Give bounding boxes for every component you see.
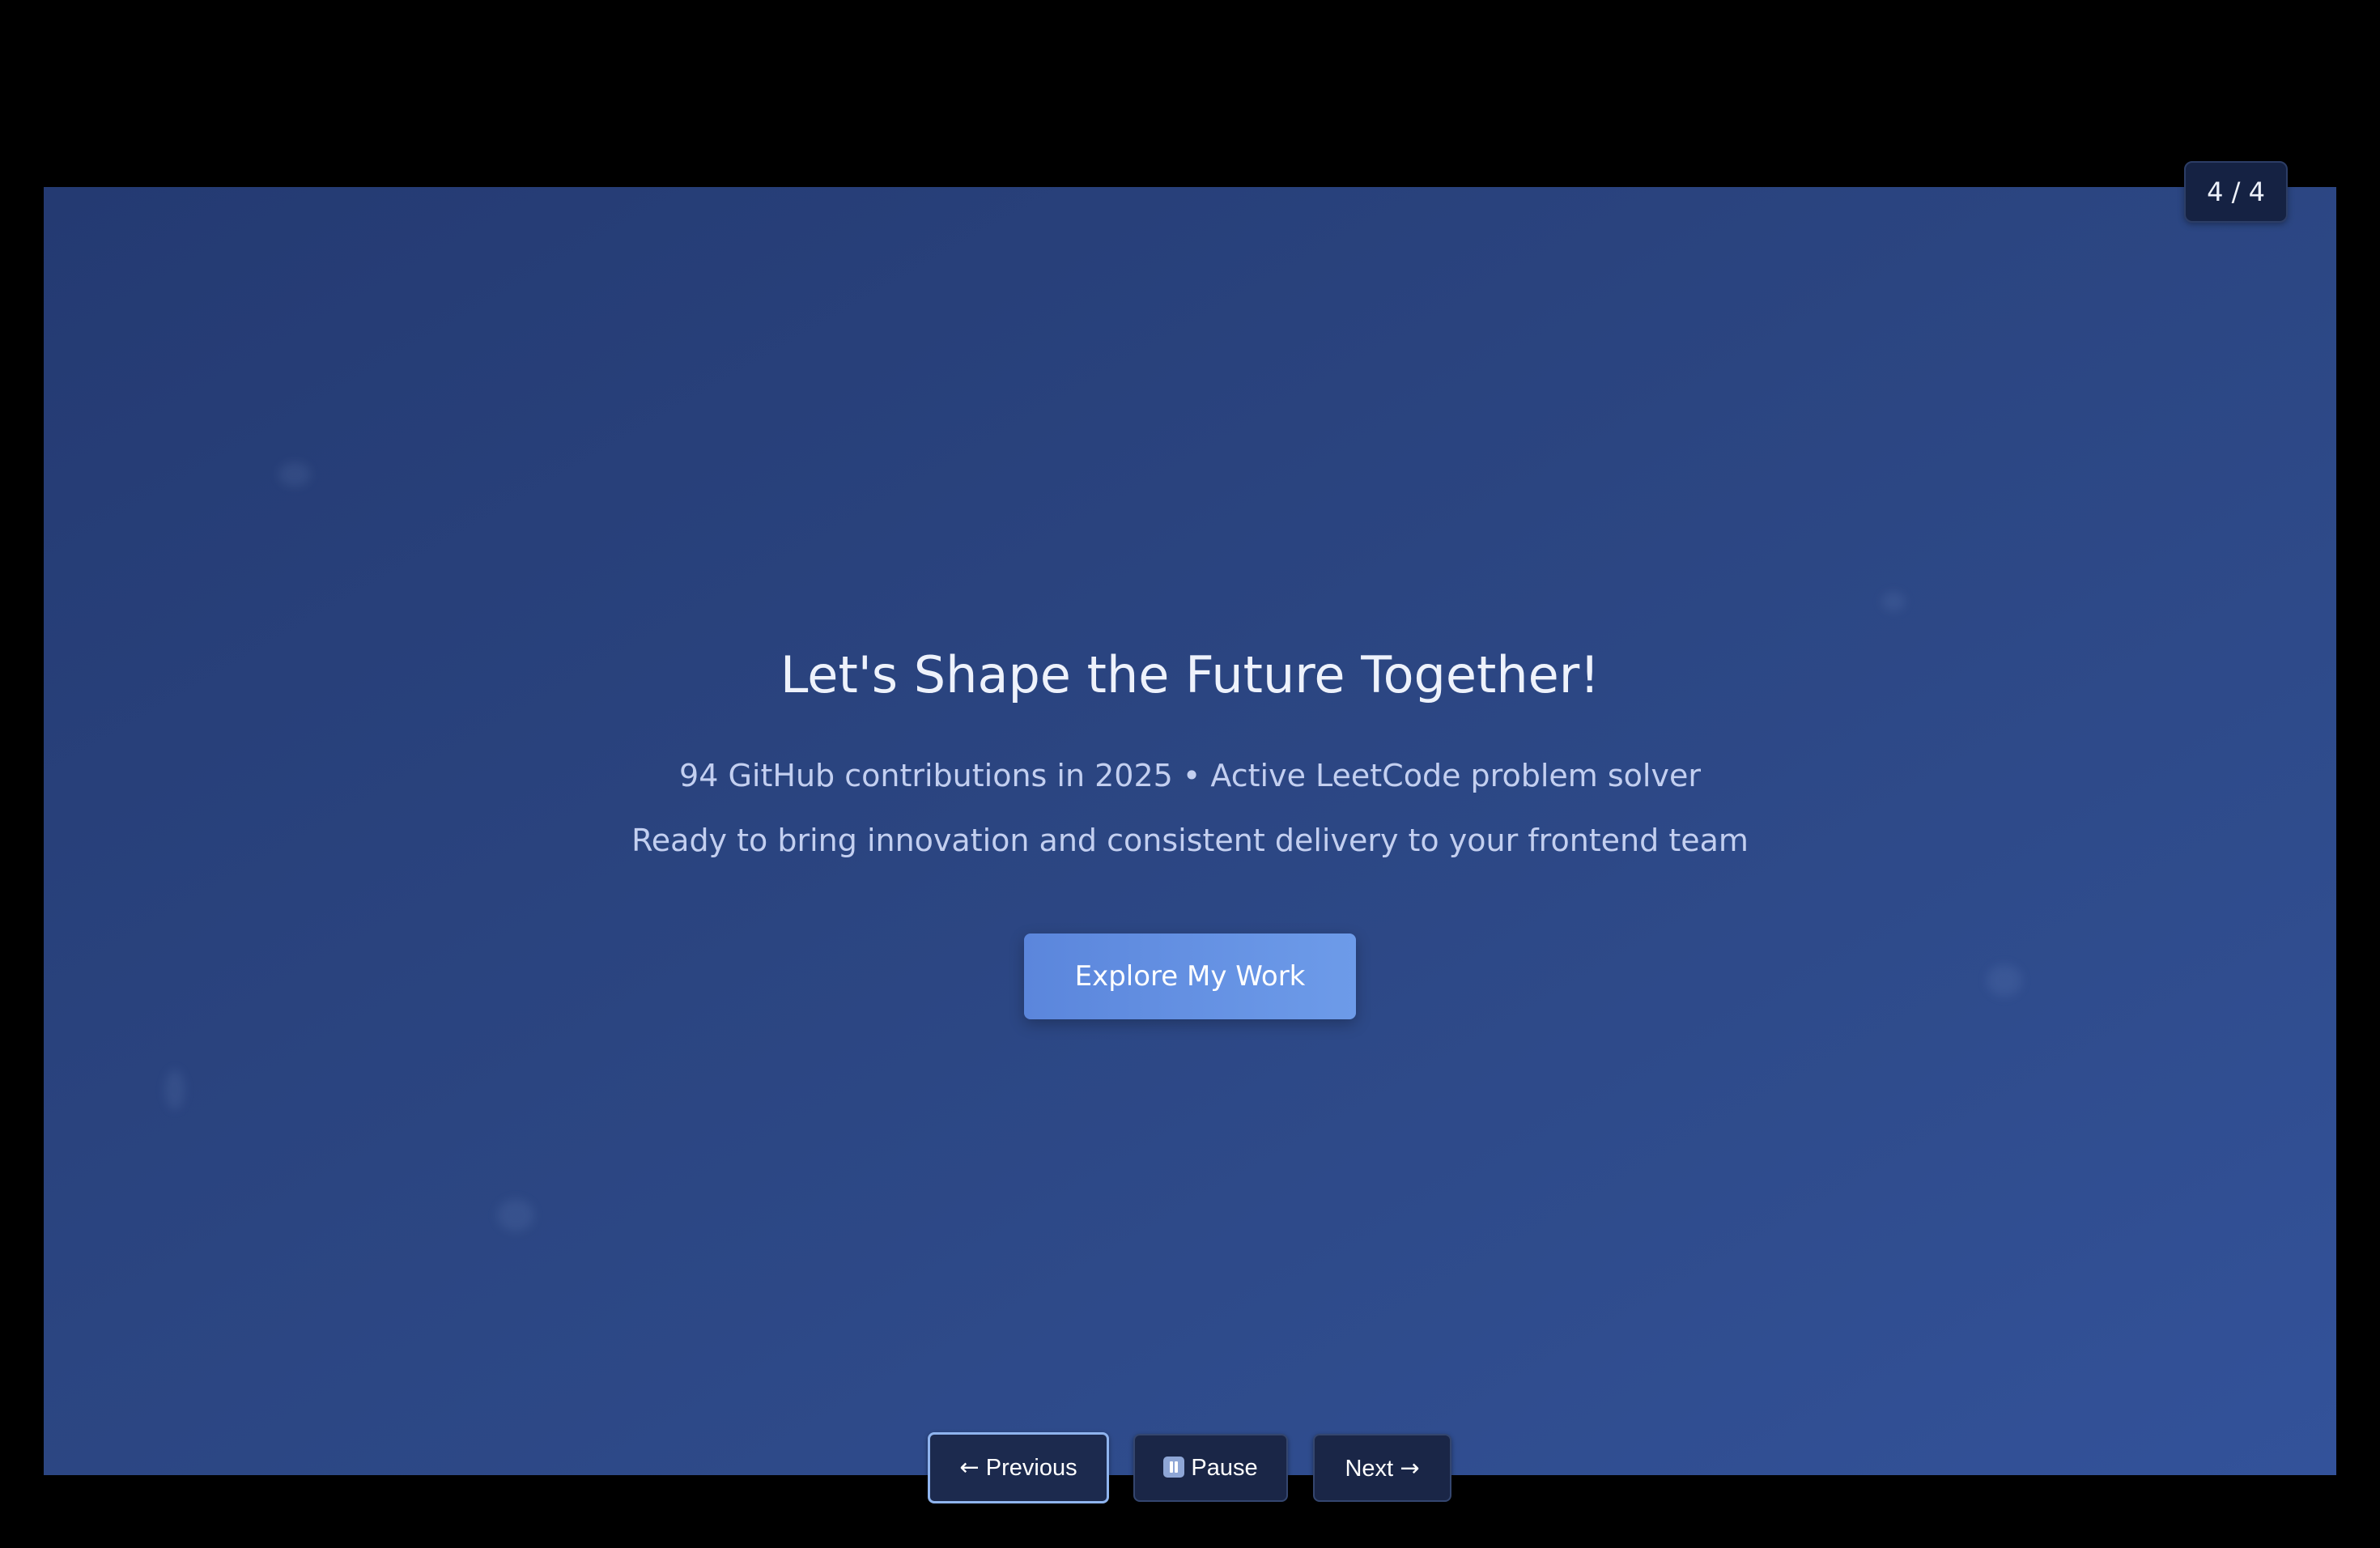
next-slide-button[interactable]: Next → (1313, 1434, 1451, 1502)
slide-title: Let's Shape the Future Together! (780, 645, 1600, 704)
pause-icon (1163, 1457, 1185, 1478)
previous-slide-button[interactable]: ← Previous (928, 1432, 1109, 1503)
slide-counter-badge: 4 / 4 (2184, 161, 2288, 223)
presentation-stage: 4 / 4 Let's Shape the Future Together! 9… (0, 0, 2380, 1548)
slide-subtitle-stats: 94 GitHub contributions in 2025 • Active… (679, 758, 1701, 793)
decorative-sparkle (1987, 964, 2022, 997)
pause-label: Pause (1191, 1455, 1258, 1481)
decorative-sparkle (497, 1199, 534, 1231)
explore-my-work-button[interactable]: Explore My Work (1024, 933, 1356, 1019)
decorative-sparkle (1881, 592, 1906, 611)
previous-label: Previous (985, 1455, 1077, 1481)
next-label: Next (1345, 1456, 1394, 1482)
decorative-sparkle (278, 462, 311, 487)
arrow-left-icon: ← (959, 1453, 980, 1481)
decorative-sparkle (165, 1070, 185, 1110)
slide-subtitle-pitch: Ready to bring innovation and consistent… (631, 823, 1749, 858)
pause-slideshow-button[interactable]: Pause (1133, 1434, 1288, 1502)
arrow-right-icon: → (1400, 1454, 1420, 1482)
